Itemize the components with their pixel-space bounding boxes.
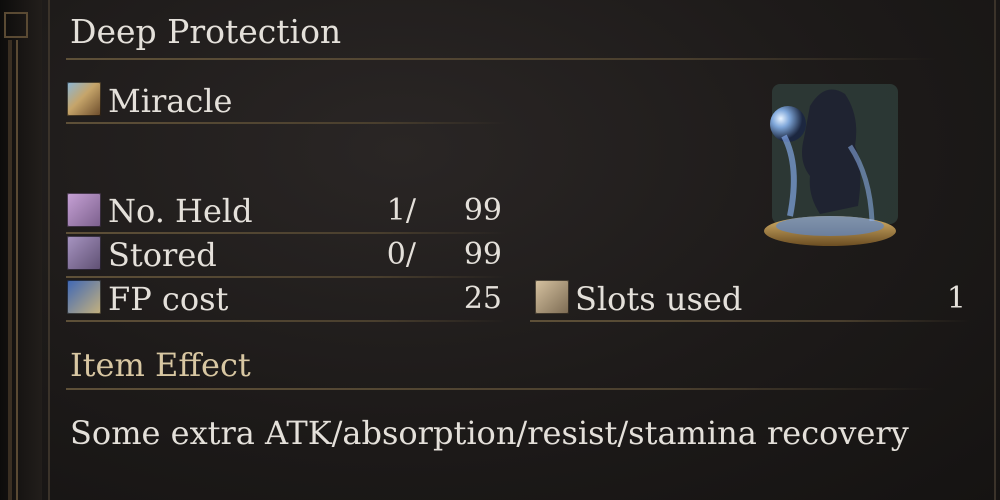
- fp-divider: [66, 320, 506, 322]
- effect-description: Some extra ATK/absorption/resist/stamina…: [70, 414, 909, 452]
- stored-max: 99: [463, 237, 502, 272]
- fp-label: FP cost: [108, 280, 229, 318]
- stored-label: Stored: [108, 236, 217, 274]
- miracle-icon: [67, 82, 101, 116]
- slots-divider: [530, 320, 970, 322]
- stored-current: 0/: [386, 237, 416, 272]
- stored-divider: [66, 276, 506, 278]
- ornament-rail-inner: [16, 40, 18, 500]
- effect-header: Item Effect: [70, 346, 251, 384]
- held-max: 99: [463, 193, 502, 228]
- slots-label: Slots used: [575, 280, 743, 318]
- panel-ornament: [0, 0, 42, 500]
- miracle-portrait-icon: [764, 84, 898, 246]
- item-category: Miracle: [108, 82, 233, 120]
- title-divider: [66, 58, 936, 60]
- item-name: Deep Protection: [70, 12, 342, 51]
- fp-icon: [67, 280, 101, 314]
- effect-divider: [66, 388, 936, 390]
- held-label: No. Held: [108, 192, 253, 230]
- fp-value: 25: [463, 281, 502, 316]
- slots-value: 1: [946, 281, 966, 316]
- chest-icon: [67, 236, 101, 270]
- item-detail-panel: Deep Protection Miracle No. Held 1/ 99 S…: [0, 0, 1000, 500]
- attunement-icon: [535, 280, 569, 314]
- ornament-rail: [8, 40, 12, 500]
- category-divider: [66, 122, 506, 124]
- ornament-knot-icon: [4, 12, 28, 38]
- held-divider: [66, 232, 506, 234]
- held-current: 1/: [386, 193, 416, 228]
- pouch-icon: [67, 193, 101, 227]
